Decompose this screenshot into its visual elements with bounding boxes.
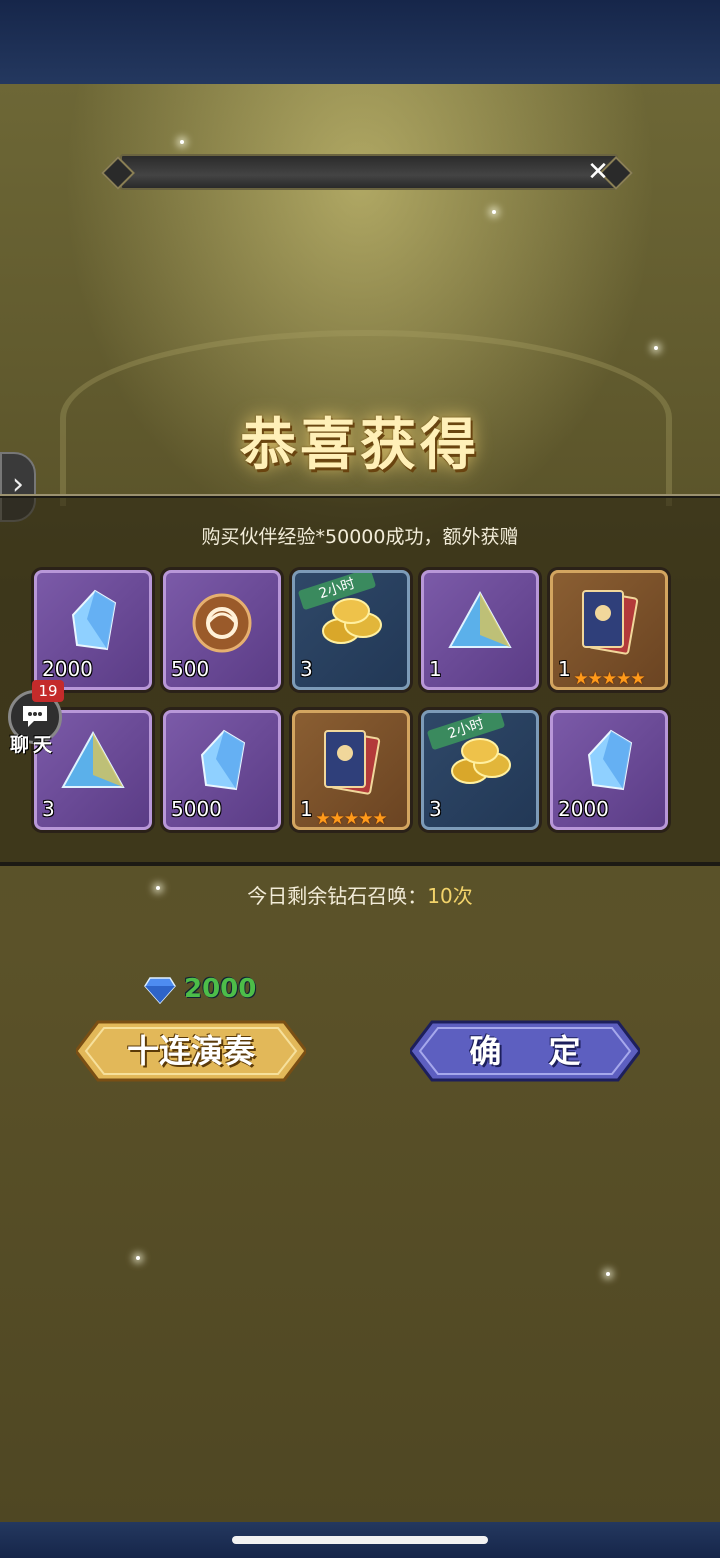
- remaining-label: 今日剩余钻石召唤：: [247, 884, 428, 908]
- hero-card-icon: [324, 730, 381, 795]
- reward-item[interactable]: 2小时 3: [421, 710, 539, 830]
- reward-item[interactable]: 1 ★★★★★: [292, 710, 410, 830]
- confirm-button[interactable]: 确 定: [410, 1018, 640, 1084]
- remaining-count: 10次: [427, 884, 473, 908]
- reward-quantity: 1: [429, 657, 442, 681]
- sparkle-icon: [654, 346, 658, 350]
- sparkle-icon: [136, 1256, 140, 1260]
- reward-item[interactable]: 1 ★★★★★: [550, 570, 668, 690]
- star-rating: ★★★★★: [315, 809, 387, 829]
- reward-quantity: 500: [171, 657, 210, 681]
- sparkle-icon: [606, 1272, 610, 1276]
- dialog-subtitle: 购买伙伴经验*50000成功，额外获赠: [201, 526, 519, 548]
- sparkle-icon: [492, 210, 496, 214]
- top-banner: [0, 0, 720, 84]
- panel-divider: [0, 494, 720, 496]
- blue-crystal-icon: [71, 589, 117, 651]
- close-icon[interactable]: ✕: [584, 158, 612, 186]
- reward-item[interactable]: 500: [163, 570, 281, 690]
- ten-pull-label: 十连演奏: [126, 1032, 255, 1070]
- name-bar: [120, 154, 618, 190]
- sparkle-icon: [180, 140, 184, 144]
- cost-value: 2000: [184, 974, 257, 1004]
- triangle-gem-icon: [448, 590, 512, 648]
- reward-item[interactable]: 2000: [34, 570, 152, 690]
- reward-quantity: 3: [300, 657, 313, 681]
- reward-quantity: 2000: [42, 657, 93, 681]
- unread-badge: 19: [32, 680, 64, 702]
- reward-quantity: 5000: [171, 797, 222, 821]
- chat-label: 聊天: [10, 734, 57, 756]
- hero-card-icon: [582, 590, 639, 655]
- star-rating: ★★★★★: [573, 669, 645, 689]
- reward-quantity: 2000: [558, 797, 609, 821]
- reward-item[interactable]: 5000: [163, 710, 281, 830]
- reward-quantity: 3: [429, 797, 442, 821]
- confirm-label: 确 定: [469, 1032, 599, 1070]
- diamond-icon: [144, 977, 176, 1004]
- reward-grid: 2000 500 2小时 3 1 1 ★★★★★ 3 5000 1 ★★★★★ …: [34, 570, 674, 830]
- reward-quantity: 3: [42, 797, 55, 821]
- home-indicator[interactable]: [232, 1536, 488, 1544]
- ten-pull-button[interactable]: 十连演奏: [76, 1018, 306, 1084]
- chat-button[interactable]: 19 聊天: [4, 680, 64, 756]
- reward-item[interactable]: 2000: [550, 710, 668, 830]
- remaining-summons: 今日剩余钻石召唤：10次: [0, 880, 720, 909]
- bronze-medallion-icon: [192, 593, 252, 653]
- blue-crystal-icon: [587, 729, 633, 791]
- reward-item[interactable]: 1: [421, 570, 539, 690]
- triangle-gem-icon: [61, 730, 125, 788]
- dialog-title: 恭喜获得: [240, 412, 480, 478]
- reward-item[interactable]: 2小时 3: [292, 570, 410, 690]
- blue-crystal-icon: [200, 729, 246, 791]
